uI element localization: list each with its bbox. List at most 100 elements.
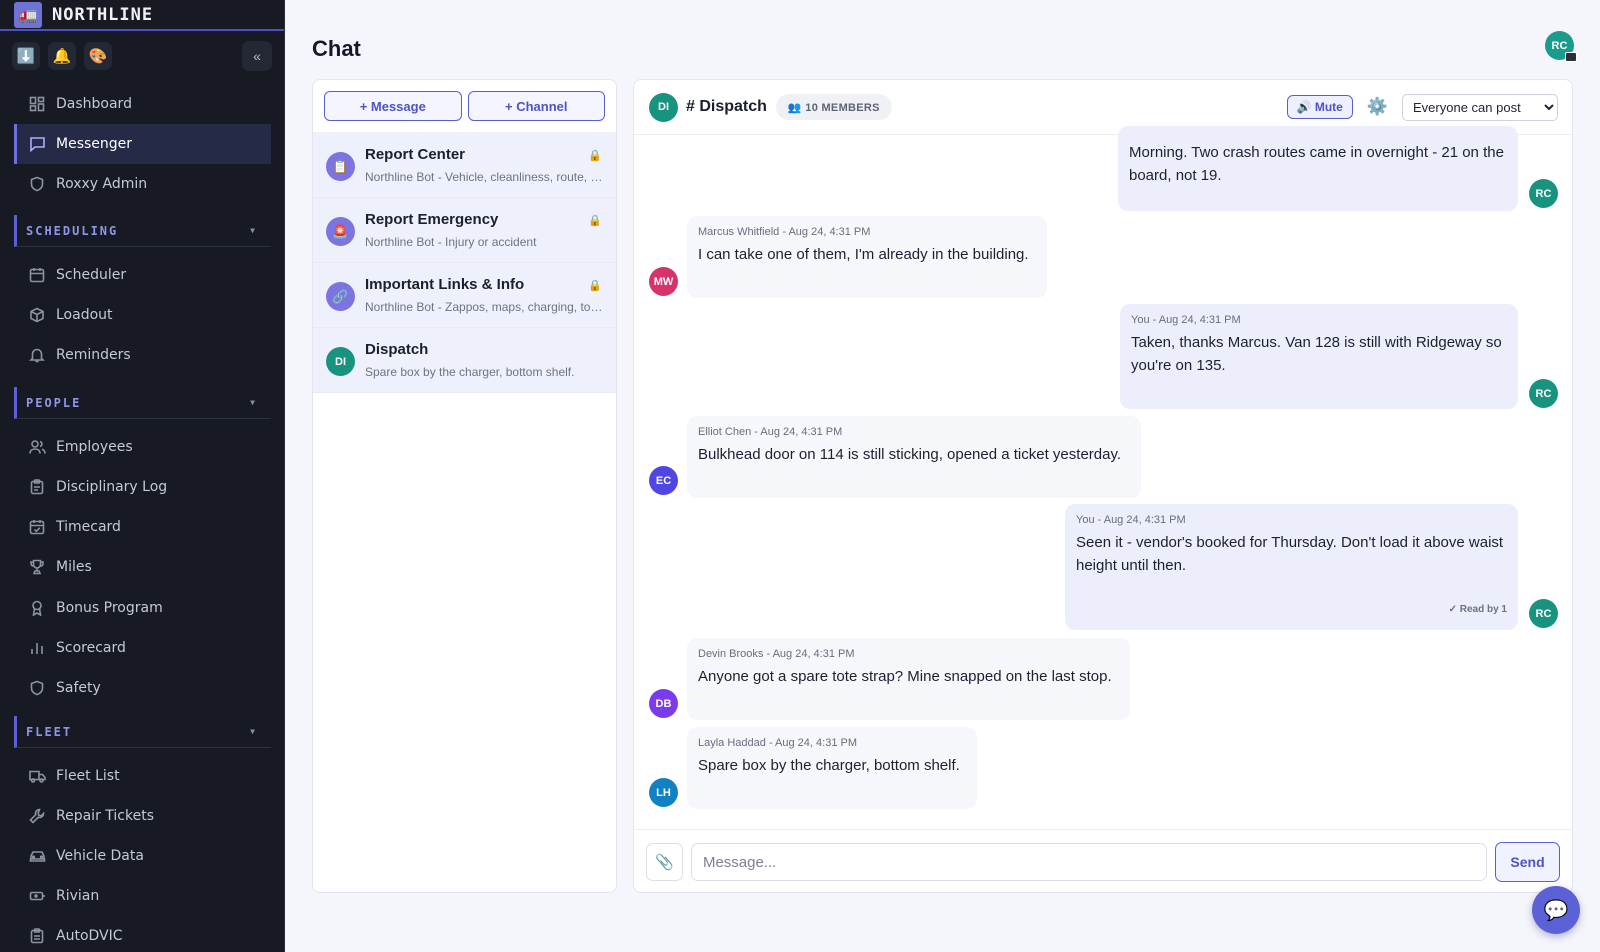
clipboard-emoji-icon: 📋 — [326, 152, 355, 181]
sidebar-item-label: Timecard — [56, 519, 121, 535]
siren-icon: 🚨 — [326, 217, 355, 246]
channel-avatar: DI — [326, 347, 355, 376]
sidebar-item-autodvic[interactable]: AutoDVIC — [14, 916, 271, 952]
message-list[interactable]: Morning. Two crash routes came in overni… — [634, 126, 1572, 829]
channel-avatar: DI — [649, 92, 678, 122]
members-badge[interactable]: 👥 10 MEMBERS — [775, 94, 892, 120]
sidebar-item-label: Roxxy Admin — [56, 176, 148, 192]
sidebar-item-scorecard[interactable]: Scorecard — [14, 628, 271, 668]
sidebar-item-employees[interactable]: Employees — [14, 427, 271, 467]
channel-item-report-emergency[interactable]: 🚨 Report Emergency Northline Bot - Injur… — [313, 198, 616, 263]
chat-bubble-fab-icon[interactable]: 💬 — [1532, 886, 1580, 934]
sidebar-item-miles[interactable]: Miles — [14, 547, 271, 587]
collapse-sidebar-button[interactable]: « — [242, 41, 272, 71]
channel-item-report-center[interactable]: 📋 Report Center Northline Bot - Vehicle,… — [313, 133, 616, 198]
truck-logo-icon: 🚛 — [14, 1, 42, 28]
gear-icon[interactable]: ⚙️ — [1367, 97, 1388, 117]
sidebar-item-label: Dashboard — [56, 96, 132, 112]
dashboard-icon — [28, 95, 46, 113]
page-title: Chat — [312, 36, 361, 61]
message-composer: 📎 Send — [634, 829, 1572, 892]
link-icon: 🔗 — [326, 282, 355, 311]
channel-preview: Northline Bot - Injury or accident — [365, 235, 537, 249]
trophy-icon — [28, 558, 46, 576]
send-button[interactable]: Send — [1495, 842, 1560, 882]
channel-item-important-links[interactable]: 🔗 Important Links & Info Northline Bot -… — [313, 263, 616, 328]
sidebar-item-label: Repair Tickets — [56, 808, 154, 824]
paperclip-icon[interactable]: 📎 — [646, 843, 683, 881]
channel-name: Report Emergency — [365, 211, 499, 228]
sidebar: 🚛 NORTHLINE ⬇️ 🔔 🎨 « Dashboard Messenger… — [0, 0, 285, 952]
sidebar-item-scheduler[interactable]: Scheduler — [14, 255, 271, 295]
channel-name: Important Links & Info — [365, 276, 525, 293]
message-avatar: RC — [1529, 179, 1558, 208]
message-bubble: Marcus Whitfield - Aug 24, 4:31 PM I can… — [687, 216, 1047, 298]
message-text: Taken, thanks Marcus. Van 128 is still w… — [1131, 334, 1502, 374]
sidebar-item-reminders[interactable]: Reminders — [14, 335, 271, 375]
user-avatar[interactable]: RC — [1545, 31, 1577, 62]
post-permission-select[interactable]: Everyone can post — [1402, 93, 1558, 121]
sidebar-item-label: Employees — [56, 439, 133, 455]
sidebar-item-label: Scheduler — [56, 267, 127, 283]
message-text: I can take one of them, I'm already in t… — [698, 246, 1029, 263]
message-bubble: You - Aug 24, 4:31 PM Taken, thanks Marc… — [1120, 304, 1518, 409]
box-icon — [28, 306, 46, 324]
sidebar-item-safety[interactable]: Safety — [14, 668, 271, 708]
lock-icon: 🔒 — [588, 150, 602, 162]
section-title: PEOPLE — [26, 395, 82, 410]
brand-name: NORTHLINE — [52, 4, 154, 25]
new-message-button[interactable]: + Message — [324, 91, 462, 121]
caret-down-icon: ▼ — [250, 226, 257, 235]
sidebar-item-rivian[interactable]: Rivian — [14, 876, 271, 916]
sidebar-item-roxxy-admin[interactable]: Roxxy Admin — [14, 164, 271, 204]
message-avatar: RC — [1529, 379, 1558, 408]
sidebar-item-timecard[interactable]: Timecard — [14, 507, 271, 547]
message-square-icon — [28, 135, 46, 153]
section-title: FLEET — [26, 724, 73, 739]
car-icon — [28, 847, 46, 865]
message-meta: You - Aug 24, 4:31 PM — [1076, 514, 1186, 526]
sidebar-item-loadout[interactable]: Loadout — [14, 295, 271, 335]
lock-icon: 🔒 — [588, 215, 602, 227]
message-input[interactable] — [690, 843, 1488, 881]
new-channel-button[interactable]: + Channel — [467, 91, 605, 121]
clipboard-icon — [28, 478, 46, 496]
sidebar-item-bonus-program[interactable]: Bonus Program — [14, 588, 271, 628]
channel-item-dispatch[interactable]: DI Dispatch Spare box by the charger, bo… — [313, 328, 616, 393]
wrench-icon — [28, 807, 46, 825]
battery-icon — [28, 887, 46, 905]
clipboard-list-icon — [28, 927, 46, 945]
message-text: Seen it - vendor's booked for Thursday. … — [1076, 534, 1504, 574]
sidebar-item-vehicle-data[interactable]: Vehicle Data — [14, 836, 271, 876]
section-people[interactable]: PEOPLE ▼ — [14, 387, 271, 419]
sidebar-item-fleet-list[interactable]: Fleet List — [14, 756, 271, 796]
sidebar-item-label: Scorecard — [56, 640, 126, 656]
channel-name: Dispatch — [365, 341, 429, 358]
channel-name: Report Center — [365, 146, 466, 163]
calendar-icon — [28, 266, 46, 284]
caret-down-icon: ▼ — [250, 727, 257, 736]
sidebar-item-label: Reminders — [56, 347, 131, 363]
bell-icon[interactable]: 🔔 — [48, 42, 76, 70]
message-meta: Elliot Chen - Aug 24, 4:31 PM — [698, 426, 843, 438]
calendar-check-icon — [28, 518, 46, 536]
sidebar-item-messenger[interactable]: Messenger — [14, 124, 271, 164]
sidebar-item-repair-tickets[interactable]: Repair Tickets — [14, 796, 271, 836]
download-icon[interactable]: ⬇️ — [12, 42, 40, 70]
message-bubble: Layla Haddad - Aug 24, 4:31 PM Spare box… — [687, 727, 977, 809]
sidebar-item-disciplinary-log[interactable]: Disciplinary Log — [14, 467, 271, 507]
palette-icon[interactable]: 🎨 — [84, 42, 112, 70]
sidebar-item-dashboard[interactable]: Dashboard — [14, 84, 271, 124]
message-avatar: DB — [649, 689, 678, 718]
mute-button[interactable]: 🔊 Mute — [1286, 95, 1353, 119]
message-text: Bulkhead door on 114 is still sticking, … — [698, 446, 1122, 463]
section-title: SCHEDULING — [26, 223, 119, 238]
channel-preview: Northline Bot - Zappos, maps, charging, … — [365, 300, 603, 314]
shield-icon — [28, 679, 46, 697]
section-scheduling[interactable]: SCHEDULING ▼ — [14, 215, 271, 247]
quick-actions: ⬇️ 🔔 🎨 « — [12, 41, 272, 71]
message-meta: Layla Haddad - Aug 24, 4:31 PM — [698, 737, 857, 749]
sidebar-item-label: Bonus Program — [56, 600, 163, 616]
section-fleet[interactable]: FLEET ▼ — [14, 716, 271, 748]
user-initials: RC — [1551, 39, 1568, 52]
